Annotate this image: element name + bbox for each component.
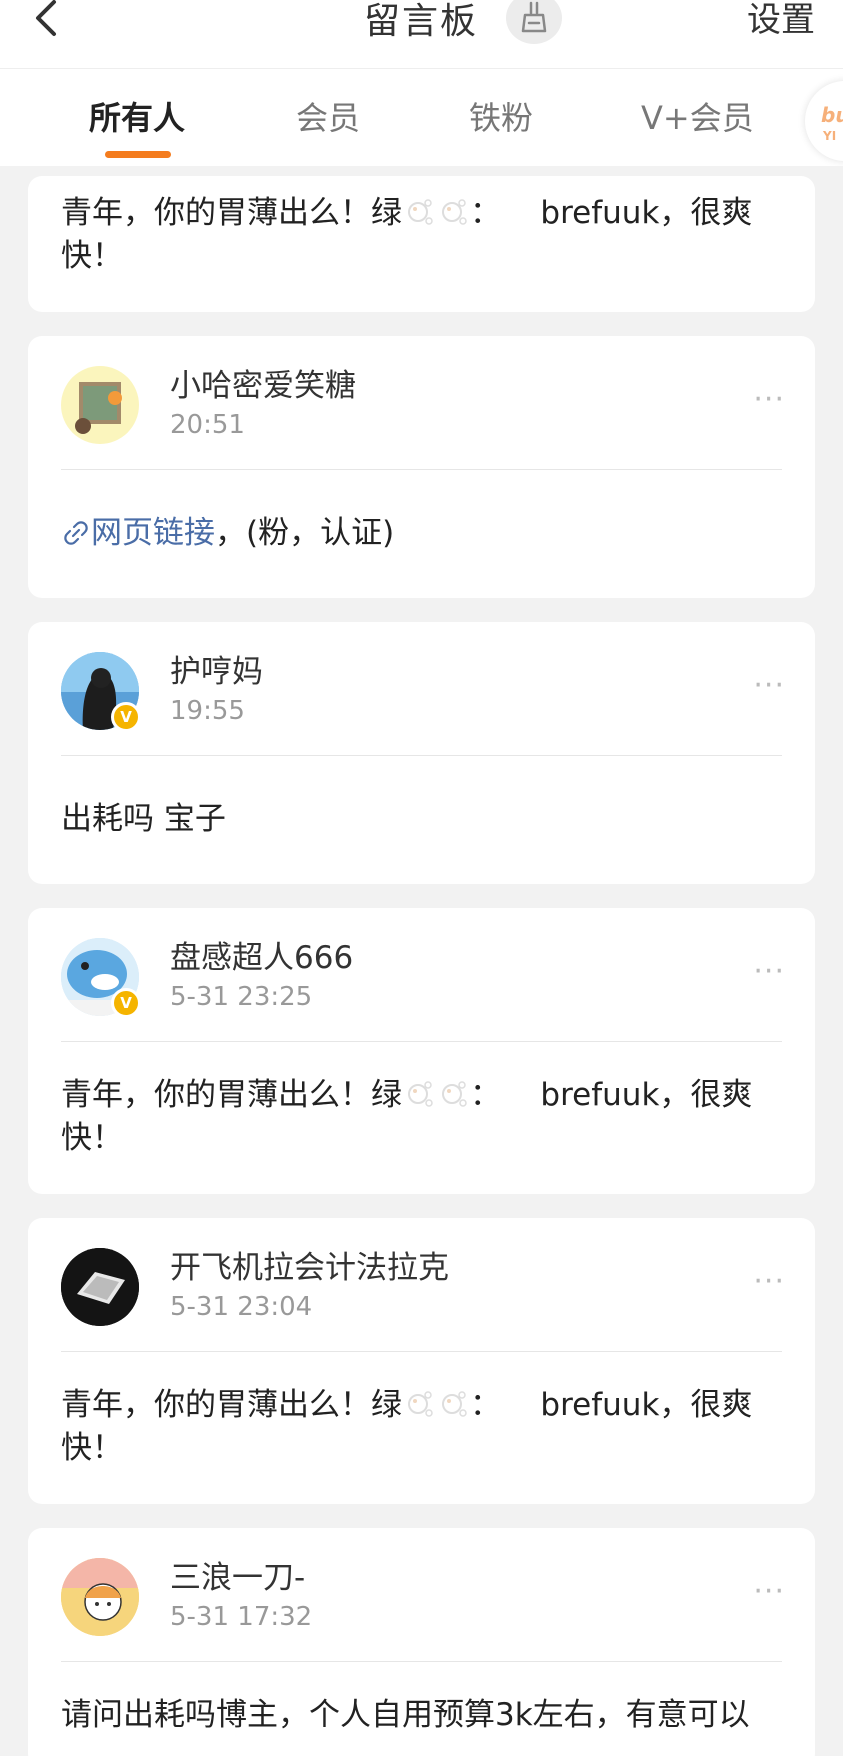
message-card: V 盘感超人666 5-31 23:25 ··· 青年，你的胃薄出么！绿： br… [28, 908, 815, 1194]
avatar[interactable] [61, 1248, 139, 1326]
message-card: 小哈密爱笑糖 20:51 ··· 网页链接，(粉，认证) [28, 336, 815, 598]
timestamp: 5-31 23:25 [170, 982, 313, 1012]
web-link[interactable]: 网页链接 [61, 515, 215, 551]
tab-vplus-members[interactable]: V+会员 [641, 93, 754, 139]
more-options-button[interactable]: ··· [753, 1264, 785, 1299]
chevron-left-icon [36, 0, 56, 36]
avatar[interactable]: V [61, 938, 141, 1018]
message-card: 开飞机拉会计法拉克 5-31 23:04 ··· 青年，你的胃薄出么！绿： br… [28, 1218, 815, 1504]
page-title: 留言板 [364, 1, 479, 42]
promo-badge-text: bu [821, 103, 843, 127]
tab-members[interactable]: 会员 [296, 93, 360, 139]
username[interactable]: 开飞机拉会计法拉克 [170, 1242, 449, 1287]
clean-button[interactable] [506, 0, 562, 44]
timestamp: 19:55 [170, 696, 245, 726]
timestamp: 5-31 17:32 [170, 1602, 313, 1632]
bubble-emoji-icon [442, 199, 467, 225]
more-options-button[interactable]: ··· [753, 954, 785, 989]
promo-badge-subtext: YI [823, 129, 837, 143]
message-card: V 护哼妈 19:55 ··· 出耗吗 宝子 [28, 622, 815, 884]
bubble-emoji-icon [408, 1391, 433, 1417]
message-text: 青年，你的胃薄出么！绿： brefuuk，很爽快！ [61, 195, 753, 274]
username[interactable]: 盘感超人666 [170, 932, 353, 977]
bubble-emoji-icon [408, 199, 433, 225]
link-icon [64, 521, 88, 545]
promo-badge[interactable]: bu YI [805, 81, 843, 161]
divider [61, 755, 782, 756]
avatar[interactable] [61, 366, 139, 444]
message-text: 请问出耗吗博主，个人自用预算3k左右，有意可以 [61, 1697, 750, 1733]
tab-active-indicator [105, 151, 171, 158]
avatar[interactable] [61, 1558, 139, 1636]
tab-iron-fans[interactable]: 铁粉 [469, 93, 533, 139]
username[interactable]: 护哼妈 [170, 646, 263, 691]
message-text: 青年，你的胃薄出么！绿： brefuuk，很爽快！ [61, 1077, 753, 1156]
bubble-emoji-icon [408, 1081, 433, 1107]
message-text: 青年，你的胃薄出么！绿： brefuuk，很爽快！ [61, 1387, 753, 1466]
divider [61, 469, 782, 470]
bubble-emoji-icon [442, 1081, 467, 1107]
top-nav-bar: 留言板 设置 [0, 0, 843, 68]
timestamp: 5-31 23:04 [170, 1292, 313, 1322]
username[interactable]: 小哈密爱笑糖 [170, 360, 356, 405]
message-text: 出耗吗 宝子 [61, 801, 226, 837]
message-card: 青年，你的胃薄出么！绿： brefuuk，很爽快！ [28, 176, 815, 312]
more-options-button[interactable]: ··· [753, 668, 785, 703]
divider [61, 1351, 782, 1352]
avatar[interactable]: V [61, 652, 141, 732]
message-card: 三浪一刀- 5-31 17:32 ··· 请问出耗吗博主，个人自用预算3k左右，… [28, 1528, 815, 1756]
back-button[interactable] [28, 0, 72, 44]
bubble-emoji-icon [442, 1391, 467, 1417]
tab-all[interactable]: 所有人 [89, 93, 185, 139]
divider [61, 1661, 782, 1662]
username[interactable]: 三浪一刀- [170, 1552, 305, 1597]
timestamp: 20:51 [170, 410, 245, 440]
more-options-button[interactable]: ··· [753, 1574, 785, 1609]
settings-button[interactable]: 设置 [747, 0, 815, 41]
message-text: 网页链接，(粉，认证) [61, 512, 785, 555]
verified-badge-icon: V [111, 702, 141, 732]
divider [61, 1041, 782, 1042]
verified-badge-icon: V [111, 988, 141, 1018]
broom-icon [521, 1, 547, 33]
tab-bar: 所有人 会员 铁粉 V+会员 bu YI [0, 68, 843, 166]
more-options-button[interactable]: ··· [753, 382, 785, 417]
